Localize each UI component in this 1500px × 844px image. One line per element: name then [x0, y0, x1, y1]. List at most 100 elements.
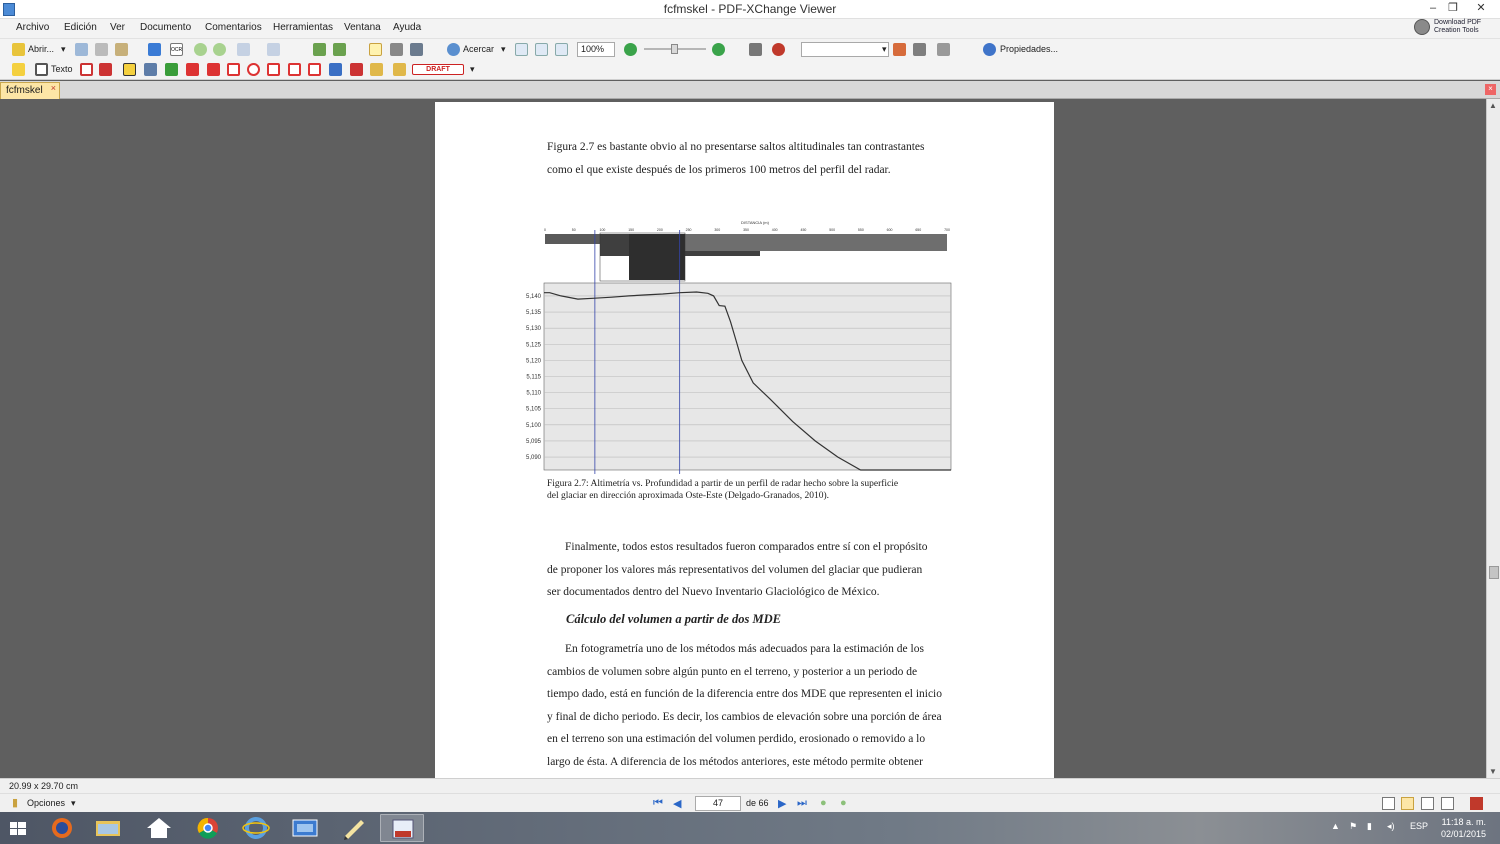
menu-herramientas[interactable]: Herramientas — [273, 22, 333, 33]
search-dropdown-icon[interactable]: ▾ — [882, 44, 887, 55]
hand-tool-icon[interactable] — [369, 43, 382, 56]
scroll-up-icon[interactable]: ▲ — [1489, 101, 1497, 110]
find-icon[interactable] — [893, 43, 906, 56]
taskbar-file-explorer[interactable] — [86, 814, 130, 842]
zoom-out-icon[interactable] — [624, 43, 637, 56]
tab-close-icon[interactable]: × — [51, 83, 56, 93]
callout-icon[interactable] — [80, 63, 93, 76]
options-dropdown-icon[interactable]: ▾ — [71, 798, 76, 809]
polygon-icon[interactable] — [288, 63, 301, 76]
properties-label[interactable]: Propiedades... — [1000, 44, 1058, 54]
open-dropdown-icon[interactable]: ▾ — [61, 44, 66, 55]
rotate-page-icon[interactable] — [333, 43, 346, 56]
select-text-icon[interactable] — [390, 43, 403, 56]
properties-icon[interactable] — [983, 43, 996, 56]
highlight-text-icon[interactable] — [123, 63, 136, 76]
nav-forward-icon[interactable]: ● — [840, 797, 853, 810]
document-view[interactable]: Figura 2.7 es bastante obvio al no prese… — [0, 99, 1486, 778]
redo-icon[interactable] — [267, 43, 280, 56]
input-language[interactable]: ESP — [1410, 821, 1428, 831]
search-input[interactable] — [801, 42, 889, 57]
facing-pages-icon[interactable] — [1421, 797, 1434, 810]
zoom-slider-thumb[interactable] — [671, 44, 678, 54]
ocr-icon[interactable]: OCR — [170, 43, 183, 56]
close-button[interactable]: ✕ — [1470, 0, 1492, 18]
download-pdf-badge[interactable]: Download PDF Creation Tools — [1414, 18, 1486, 38]
undo-icon[interactable] — [237, 43, 250, 56]
menu-ventana[interactable]: Ventana — [344, 22, 381, 33]
taskbar-ie[interactable] — [234, 814, 278, 842]
menu-archivo[interactable]: Archivo — [16, 22, 49, 33]
open-folder-icon[interactable] — [12, 43, 25, 56]
single-page-icon[interactable] — [1382, 797, 1395, 810]
find-next-icon[interactable] — [913, 43, 926, 56]
eraser-icon[interactable] — [370, 63, 383, 76]
pin-icon[interactable] — [329, 63, 342, 76]
taskbar-home[interactable] — [137, 814, 181, 842]
page-number-input[interactable]: 47 — [695, 796, 741, 811]
pdf-tools-icon[interactable] — [1470, 797, 1483, 810]
rotate-icon[interactable] — [313, 43, 326, 56]
save-icon[interactable] — [75, 43, 88, 56]
taskbar-pdf-xchange[interactable] — [380, 814, 424, 842]
tab-fcfmskel[interactable]: fcfmskel × — [0, 82, 60, 99]
taskbar-firefox[interactable] — [40, 814, 84, 842]
restore-button[interactable]: ❐ — [1442, 0, 1464, 18]
menu-ayuda[interactable]: Ayuda — [393, 22, 421, 33]
facing-continuous-icon[interactable] — [1441, 797, 1454, 810]
options-button[interactable]: Opciones — [27, 798, 65, 808]
mail-icon[interactable] — [115, 43, 128, 56]
menu-edicion[interactable]: Edición — [64, 22, 97, 33]
line-icon[interactable] — [207, 63, 220, 76]
menu-comentarios[interactable]: Comentarios — [205, 22, 262, 33]
stamp-dropdown-icon[interactable]: ▾ — [470, 64, 475, 75]
close-document-icon[interactable]: × — [1485, 84, 1496, 95]
minimize-button[interactable]: – — [1422, 0, 1444, 18]
taskbar-chrome[interactable] — [186, 814, 230, 842]
zoom-dropdown-icon[interactable]: ▾ — [501, 44, 506, 55]
menu-ver[interactable]: Ver — [110, 22, 125, 33]
open-button-label[interactable]: Abrir... — [28, 44, 54, 54]
typewriter-icon[interactable] — [99, 63, 112, 76]
first-page-icon[interactable]: ⏮ — [653, 797, 666, 810]
taskbar-remote-desktop[interactable] — [283, 814, 327, 842]
draft-stamp-button[interactable]: DRAFT — [412, 64, 464, 75]
previous-page-icon[interactable]: ◀ — [673, 797, 686, 810]
start-button[interactable] — [0, 814, 36, 842]
polyline-icon[interactable] — [267, 63, 280, 76]
scroll-down-icon[interactable]: ▼ — [1489, 767, 1497, 776]
rectangle-icon[interactable] — [227, 63, 240, 76]
zoom-plus-icon[interactable] — [712, 43, 725, 56]
vertical-scrollbar[interactable]: ▲ ▼ — [1486, 99, 1500, 778]
underline-icon[interactable] — [165, 63, 178, 76]
nav-back-icon[interactable]: ● — [820, 797, 833, 810]
strikeout-icon[interactable] — [144, 63, 157, 76]
menu-documento[interactable]: Documento — [140, 22, 191, 33]
ellipse-icon[interactable] — [247, 63, 260, 76]
last-page-icon[interactable]: ⏭ — [797, 797, 810, 810]
network-icon[interactable]: ▮ — [1367, 821, 1372, 832]
system-clock[interactable]: 11:18 a. m. 02/01/2015 — [1441, 816, 1486, 840]
sticky-note-icon[interactable] — [12, 63, 25, 76]
zoom-in-icon[interactable] — [447, 43, 460, 56]
next-page-icon[interactable]: ▶ — [778, 797, 791, 810]
print-icon[interactable] — [95, 43, 108, 56]
actual-size-icon[interactable] — [515, 43, 528, 56]
zoom-in-label[interactable]: Acercar — [463, 44, 494, 54]
import-icon[interactable] — [148, 43, 161, 56]
text-tool-label[interactable]: Texto — [51, 64, 73, 74]
textbox-icon[interactable] — [35, 63, 48, 76]
spell-check-icon[interactable] — [772, 43, 785, 56]
scrollbar-thumb[interactable] — [1489, 566, 1499, 579]
cloud-icon[interactable] — [308, 63, 321, 76]
back-icon[interactable] — [194, 43, 207, 56]
volume-icon[interactable]: ◂) — [1387, 821, 1395, 832]
arrow-icon[interactable] — [186, 63, 199, 76]
fit-width-icon[interactable] — [555, 43, 568, 56]
pencil-icon[interactable] — [350, 63, 363, 76]
flag-icon[interactable]: ▮ — [12, 796, 18, 809]
action-center-icon[interactable]: ⚑ — [1349, 821, 1357, 832]
snapshot-icon[interactable] — [410, 43, 423, 56]
settings-icon[interactable] — [937, 43, 950, 56]
forward-icon[interactable] — [213, 43, 226, 56]
